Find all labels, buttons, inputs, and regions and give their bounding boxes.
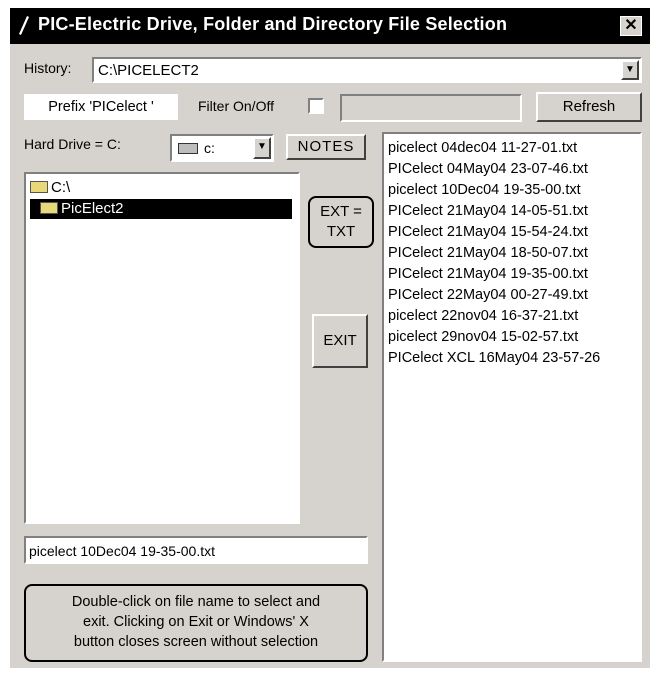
ext-label: EXT =: [320, 203, 362, 220]
list-item[interactable]: picelect 29nov04 15-02-57.txt: [384, 327, 640, 348]
list-item[interactable]: PICelect 04May04 23-07-46.txt: [384, 159, 640, 180]
help-line: button closes screen without selection: [73, 634, 319, 650]
history-combo[interactable]: C:\PICELECT2 ▼: [92, 57, 642, 83]
folder-label: PicElect2: [61, 200, 124, 217]
selected-file-value: picelect 10Dec04 19-35-00.txt: [29, 543, 215, 559]
ext-txt-button[interactable]: EXT = TXT: [308, 196, 374, 248]
filter-input[interactable]: [340, 94, 522, 122]
filter-label: Filter On/Off: [198, 98, 274, 114]
drive-select[interactable]: c: ▼: [170, 134, 274, 162]
close-icon: ✕: [624, 17, 638, 34]
notes-button[interactable]: NOTES: [286, 134, 366, 160]
list-item[interactable]: picelect 04dec04 11-27-01.txt: [384, 138, 640, 159]
list-item[interactable]: PICelect 21May04 14-05-51.txt: [384, 201, 640, 222]
list-item[interactable]: PICelect 21May04 15-54-24.txt: [384, 222, 640, 243]
close-button[interactable]: ✕: [620, 16, 642, 36]
folder-item-root[interactable]: C:\: [30, 178, 70, 198]
folder-tree[interactable]: C:\ PicElect2: [24, 172, 300, 524]
folder-label: C:\: [51, 179, 71, 196]
list-item[interactable]: picelect 10Dec04 19-35-00.txt: [384, 180, 640, 201]
open-folder-icon: [40, 202, 58, 214]
list-item[interactable]: PICelect XCL 16May04 23-57-26: [384, 348, 640, 369]
selected-file-field[interactable]: picelect 10Dec04 19-35-00.txt: [24, 536, 368, 564]
pen-icon: [16, 14, 30, 36]
window-title: PIC-Electric Drive, Folder and Directory…: [38, 14, 508, 34]
refresh-button[interactable]: Refresh: [536, 92, 642, 122]
history-label: History:: [24, 60, 72, 76]
title-bar[interactable]: PIC-Electric Drive, Folder and Directory…: [10, 8, 650, 44]
list-item[interactable]: PICelect 21May04 19-35-00.txt: [384, 264, 640, 285]
chevron-down-icon: ▼: [257, 141, 267, 152]
file-list[interactable]: picelect 04dec04 11-27-01.txt PICelect 0…: [382, 132, 642, 662]
folder-icon: [30, 181, 48, 193]
drive-value: c:: [204, 140, 215, 156]
help-line: Double-click on file name to select and: [71, 594, 321, 610]
folder-item-picelect2[interactable]: PicElect2: [30, 199, 292, 219]
history-dropdown-button[interactable]: ▼: [621, 60, 639, 80]
drive-dropdown-button[interactable]: ▼: [253, 137, 271, 159]
list-item[interactable]: PICelect 21May04 18-50-07.txt: [384, 243, 640, 264]
list-item[interactable]: PICelect 22May04 00-27-49.txt: [384, 285, 640, 306]
list-item[interactable]: picelect 22nov04 16-37-21.txt: [384, 306, 640, 327]
chevron-down-icon: ▼: [625, 64, 635, 75]
hard-drive-label: Hard Drive = C:: [24, 136, 121, 152]
txt-label: TXT: [326, 223, 356, 240]
exit-button[interactable]: EXIT: [312, 314, 368, 368]
filter-checkbox[interactable]: [308, 98, 324, 114]
help-line: exit. Clicking on Exit or Windows' X: [83, 614, 309, 630]
drive-icon: [178, 143, 198, 154]
help-box: Double-click on file name to select and …: [24, 584, 368, 662]
file-selection-window: PIC-Electric Drive, Folder and Directory…: [10, 8, 650, 668]
history-value: C:\PICELECT2: [98, 62, 199, 79]
prefix-label: Prefix 'PICelect ': [24, 94, 178, 120]
